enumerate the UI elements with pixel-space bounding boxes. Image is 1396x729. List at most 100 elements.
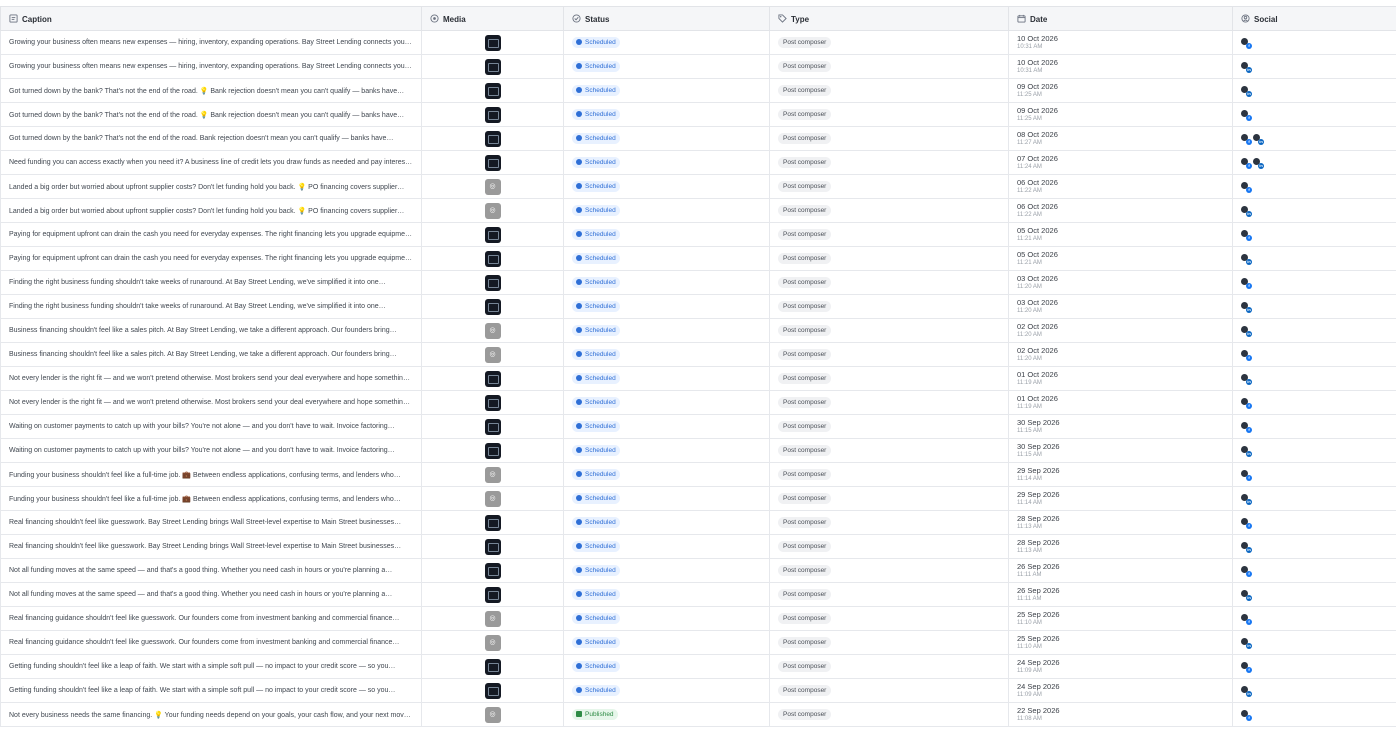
column-header-media[interactable]: Media — [421, 6, 564, 31]
image-thumbnail[interactable] — [484, 274, 501, 291]
caption-cell[interactable]: Landed a big order but worried about upf… — [0, 174, 422, 199]
video-thumbnail-icon[interactable]: ◎ — [484, 706, 501, 723]
table-row[interactable]: Growing your business often means new ex… — [0, 30, 1396, 55]
caption-cell[interactable]: Not all funding moves at the same speed … — [0, 558, 422, 583]
social-account-facebook[interactable]: f — [1241, 229, 1252, 241]
social-account-linkedin[interactable]: in — [1241, 61, 1252, 73]
image-thumbnail[interactable] — [484, 538, 501, 555]
caption-cell[interactable]: Need funding you can access exactly when… — [0, 150, 422, 175]
social-account-linkedin[interactable]: in — [1241, 325, 1252, 337]
social-account-facebook[interactable]: f — [1241, 397, 1252, 409]
column-header-type[interactable]: Type — [769, 6, 1009, 31]
social-account-facebook[interactable]: f — [1241, 565, 1252, 577]
caption-cell[interactable]: Real financing shouldn't feel like guess… — [0, 510, 422, 535]
social-account-linkedin[interactable]: in — [1241, 541, 1252, 553]
image-thumbnail[interactable] — [484, 106, 501, 123]
caption-cell[interactable]: Got turned down by the bank? That's not … — [0, 102, 422, 127]
caption-cell[interactable]: Real financing shouldn't feel like guess… — [0, 534, 422, 559]
column-header-social[interactable]: Social — [1232, 6, 1396, 31]
social-account-facebook[interactable]: f — [1241, 709, 1252, 721]
caption-cell[interactable]: Paying for equipment upfront can drain t… — [0, 222, 422, 247]
table-row[interactable]: Growing your business often means new ex… — [0, 54, 1396, 79]
image-thumbnail[interactable] — [484, 394, 501, 411]
table-row[interactable]: Real financing shouldn't feel like guess… — [0, 534, 1396, 559]
caption-cell[interactable]: Getting funding shouldn't feel like a le… — [0, 654, 422, 679]
social-account-linkedin[interactable]: in — [1241, 685, 1252, 697]
social-account-linkedin[interactable]: in — [1253, 157, 1264, 169]
social-account-facebook[interactable]: f — [1241, 421, 1252, 433]
image-thumbnail[interactable] — [484, 682, 501, 699]
video-thumbnail-icon[interactable]: ◎ — [484, 346, 501, 363]
caption-cell[interactable]: Landed a big order but worried about upf… — [0, 198, 422, 223]
table-row[interactable]: Not every lender is the right fit — and … — [0, 390, 1396, 415]
caption-cell[interactable]: Growing your business often means new ex… — [0, 54, 422, 79]
caption-cell[interactable]: Paying for equipment upfront can drain t… — [0, 246, 422, 271]
image-thumbnail[interactable] — [484, 418, 501, 435]
table-row[interactable]: Real financing shouldn't feel like guess… — [0, 510, 1396, 535]
column-header-date[interactable]: Date — [1008, 6, 1233, 31]
social-account-linkedin[interactable]: in — [1241, 493, 1252, 505]
social-account-linkedin[interactable]: in — [1241, 589, 1252, 601]
image-thumbnail[interactable] — [484, 34, 501, 51]
social-account-facebook[interactable]: f — [1241, 157, 1252, 169]
image-thumbnail[interactable] — [484, 442, 501, 459]
table-row[interactable]: Need funding you can access exactly when… — [0, 150, 1396, 175]
image-thumbnail[interactable] — [484, 298, 501, 315]
social-account-facebook[interactable]: f — [1241, 517, 1252, 529]
table-row[interactable]: Landed a big order but worried about upf… — [0, 198, 1396, 223]
image-thumbnail[interactable] — [484, 58, 501, 75]
table-row[interactable]: Business financing shouldn't feel like a… — [0, 318, 1396, 343]
table-row[interactable]: Funding your business shouldn't feel lik… — [0, 486, 1396, 511]
table-row[interactable]: Waiting on customer payments to catch up… — [0, 414, 1396, 439]
caption-cell[interactable]: Real financing guidance shouldn't feel l… — [0, 606, 422, 631]
caption-cell[interactable]: Got turned down by the bank? That's not … — [0, 78, 422, 103]
video-thumbnail-icon[interactable]: ◎ — [484, 178, 501, 195]
social-account-linkedin[interactable]: in — [1241, 637, 1252, 649]
image-thumbnail[interactable] — [484, 154, 501, 171]
column-header-caption[interactable]: Caption — [0, 6, 422, 31]
caption-cell[interactable]: Got turned down by the bank? That's not … — [0, 126, 422, 151]
caption-cell[interactable]: Waiting on customer payments to catch up… — [0, 438, 422, 463]
social-account-facebook[interactable]: f — [1241, 277, 1252, 289]
caption-cell[interactable]: Not every business needs the same financ… — [0, 702, 422, 727]
caption-cell[interactable]: Growing your business often means new ex… — [0, 30, 422, 55]
table-row[interactable]: Finding the right business funding shoul… — [0, 294, 1396, 319]
social-account-facebook[interactable]: f — [1241, 613, 1252, 625]
caption-cell[interactable]: Not every lender is the right fit — and … — [0, 366, 422, 391]
video-thumbnail-icon[interactable]: ◎ — [484, 466, 501, 483]
table-row[interactable]: Real financing guidance shouldn't feel l… — [0, 606, 1396, 631]
caption-cell[interactable]: Funding your business shouldn't feel lik… — [0, 462, 422, 487]
social-account-facebook[interactable]: f — [1241, 181, 1252, 193]
image-thumbnail[interactable] — [484, 82, 501, 99]
image-thumbnail[interactable] — [484, 370, 501, 387]
caption-cell[interactable]: Finding the right business funding shoul… — [0, 294, 422, 319]
social-account-facebook[interactable]: f — [1241, 133, 1252, 145]
caption-cell[interactable]: Business financing shouldn't feel like a… — [0, 318, 422, 343]
column-header-status[interactable]: Status — [563, 6, 770, 31]
social-account-facebook[interactable]: f — [1241, 469, 1252, 481]
video-thumbnail-icon[interactable]: ◎ — [484, 634, 501, 651]
image-thumbnail[interactable] — [484, 514, 501, 531]
video-thumbnail-icon[interactable]: ◎ — [484, 610, 501, 627]
table-row[interactable]: Landed a big order but worried about upf… — [0, 174, 1396, 199]
table-row[interactable]: Not every lender is the right fit — and … — [0, 366, 1396, 391]
caption-cell[interactable]: Getting funding shouldn't feel like a le… — [0, 678, 422, 703]
table-row[interactable]: Not all funding moves at the same speed … — [0, 582, 1396, 607]
social-account-facebook[interactable]: f — [1241, 349, 1252, 361]
image-thumbnail[interactable] — [484, 658, 501, 675]
social-account-linkedin[interactable]: in — [1241, 85, 1252, 97]
social-account-linkedin[interactable]: in — [1241, 253, 1252, 265]
video-thumbnail-icon[interactable]: ◎ — [484, 202, 501, 219]
table-row[interactable]: Getting funding shouldn't feel like a le… — [0, 654, 1396, 679]
image-thumbnail[interactable] — [484, 226, 501, 243]
social-account-facebook[interactable]: f — [1241, 37, 1252, 49]
caption-cell[interactable]: Real financing guidance shouldn't feel l… — [0, 630, 422, 655]
social-account-facebook[interactable]: f — [1241, 109, 1252, 121]
image-thumbnail[interactable] — [484, 250, 501, 267]
social-account-linkedin[interactable]: in — [1241, 205, 1252, 217]
table-row[interactable]: Not every business needs the same financ… — [0, 702, 1396, 727]
caption-cell[interactable]: Not all funding moves at the same speed … — [0, 582, 422, 607]
image-thumbnail[interactable] — [484, 562, 501, 579]
caption-cell[interactable]: Funding your business shouldn't feel lik… — [0, 486, 422, 511]
image-thumbnail[interactable] — [484, 130, 501, 147]
